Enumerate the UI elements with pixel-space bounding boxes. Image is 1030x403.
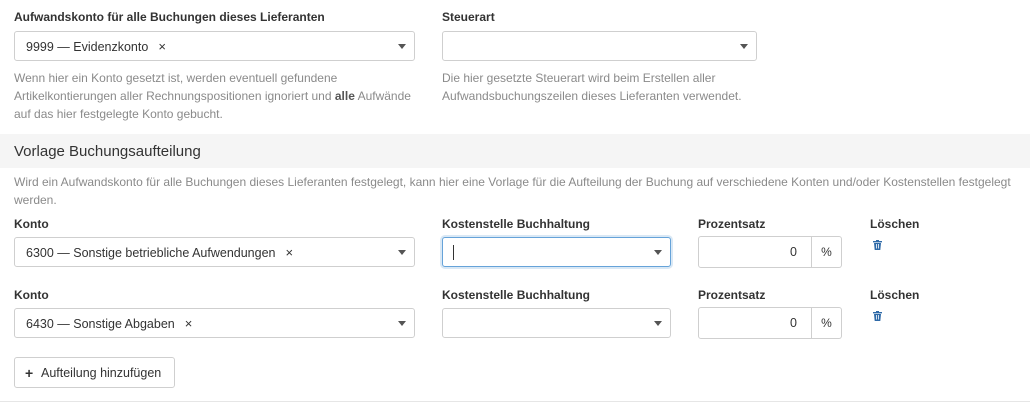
tax-type-label: Steuerart: [442, 10, 495, 24]
section-help-line1: Wird ein Aufwandskonto für alle Buchunge…: [14, 175, 1011, 189]
add-split-button[interactable]: + Aufteilung hinzufügen: [14, 357, 175, 388]
kostenstelle-select[interactable]: [442, 308, 671, 338]
chevron-down-icon[interactable]: [654, 321, 662, 326]
expense-account-label: Aufwandskonto für alle Buchungen dieses …: [14, 10, 325, 24]
kostenstelle-label: Kostenstelle Buchhaltung: [442, 217, 591, 231]
section-help: Wird ein Aufwandskonto für alle Buchunge…: [14, 173, 1019, 209]
expense-account-value-wrap: 9999 — Evidenzkonto ×: [26, 39, 166, 54]
chevron-down-icon[interactable]: [398, 250, 406, 255]
expense-account-help-line2: Artikelkontierungen aller Rechnungsposit…: [14, 87, 424, 105]
section-header: Vorlage Buchungsaufteilung: [0, 134, 1030, 168]
section-title: Vorlage Buchungsaufteilung: [14, 143, 201, 160]
expense-account-help-line3: auf das hier festgelegte Konto gebucht.: [14, 107, 223, 121]
konto-select[interactable]: 6300 — Sonstige betriebliche Aufwendunge…: [14, 237, 415, 267]
chevron-down-icon[interactable]: [398, 44, 406, 49]
konto-value: 6430 — Sonstige Abgaben: [26, 317, 175, 331]
konto-label: Konto: [14, 288, 49, 302]
add-split-label: Aufteilung hinzufügen: [41, 366, 162, 380]
help-text: Artikelkontierungen aller Rechnungsposit…: [14, 89, 332, 103]
delete-label: Löschen: [870, 217, 920, 231]
chevron-down-icon[interactable]: [654, 250, 662, 255]
expense-account-help: Wenn hier ein Konto gesetzt ist, werden …: [14, 69, 424, 123]
konto-value: 6300 — Sonstige betriebliche Aufwendunge…: [26, 246, 276, 260]
chevron-down-icon[interactable]: [740, 44, 748, 49]
expense-account-select[interactable]: 9999 — Evidenzkonto ×: [14, 31, 415, 61]
chevron-down-icon[interactable]: [398, 321, 406, 326]
clear-icon[interactable]: ×: [158, 39, 166, 54]
prozentsatz-input[interactable]: 0: [698, 307, 812, 339]
tax-type-select[interactable]: [442, 31, 757, 61]
percent-addon: %: [812, 236, 842, 268]
help-text: Aufwände: [357, 89, 411, 103]
expense-account-help-line1: Wenn hier ein Konto gesetzt ist, werden …: [14, 71, 338, 85]
delete-label: Löschen: [870, 288, 920, 302]
bottom-divider: [0, 401, 1030, 402]
kostenstelle-select[interactable]: [442, 237, 671, 267]
konto-value-wrap: 6300 — Sonstige betriebliche Aufwendunge…: [26, 245, 293, 260]
section-help-line2: werden.: [14, 193, 57, 207]
prozentsatz-label: Prozentsatz: [698, 217, 766, 231]
konto-select[interactable]: 6430 — Sonstige Abgaben ×: [14, 308, 415, 338]
prozentsatz-value: 0: [790, 245, 797, 259]
prozentsatz-value: 0: [790, 316, 797, 330]
kostenstelle-label: Kostenstelle Buchhaltung: [442, 288, 591, 302]
help-emphasis: alle: [334, 89, 355, 103]
clear-icon[interactable]: ×: [185, 316, 193, 331]
trash-icon[interactable]: [873, 240, 882, 250]
konto-label: Konto: [14, 217, 49, 231]
percent-addon: %: [812, 307, 842, 339]
konto-value-wrap: 6430 — Sonstige Abgaben ×: [26, 316, 192, 331]
tax-type-help-line2: Aufwandsbuchungszeilen dieses Lieferante…: [442, 89, 742, 103]
trash-icon[interactable]: [873, 311, 882, 321]
plus-icon: +: [25, 365, 34, 381]
clear-icon[interactable]: ×: [286, 245, 294, 260]
expense-account-value: 9999 — Evidenzkonto: [26, 40, 149, 54]
prozentsatz-input[interactable]: 0: [698, 236, 812, 268]
text-cursor: [453, 245, 454, 260]
prozentsatz-label: Prozentsatz: [698, 288, 766, 302]
tax-type-help-line1: Die hier gesetzte Steuerart wird beim Er…: [442, 71, 716, 85]
tax-type-help: Die hier gesetzte Steuerart wird beim Er…: [442, 69, 862, 105]
